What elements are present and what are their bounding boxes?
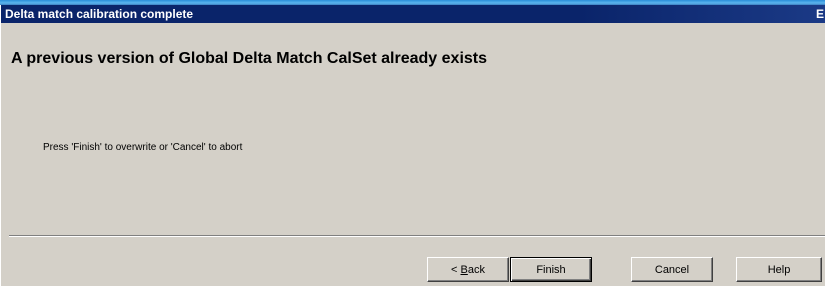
title-bar[interactable]: Delta match calibration complete E bbox=[1, 5, 825, 23]
finish-button[interactable]: Finish bbox=[510, 257, 592, 282]
button-separator bbox=[9, 235, 825, 237]
instruction-text: Press 'Finish' to overwrite or 'Cancel' … bbox=[43, 142, 243, 153]
page-heading: A previous version of Global Delta Match… bbox=[11, 50, 488, 67]
wizard-dialog: Delta match calibration complete E A pre… bbox=[0, 5, 825, 286]
back-button[interactable]: < Back bbox=[427, 257, 509, 282]
close-icon[interactable]: E bbox=[816, 5, 824, 23]
back-button-mnemonic: B bbox=[460, 263, 468, 276]
help-button[interactable]: Help bbox=[736, 257, 822, 282]
cancel-button[interactable]: Cancel bbox=[631, 257, 713, 282]
back-button-rest: ack bbox=[467, 263, 485, 276]
back-button-prefix: < bbox=[451, 263, 461, 276]
window-title: Delta match calibration complete bbox=[5, 7, 194, 21]
